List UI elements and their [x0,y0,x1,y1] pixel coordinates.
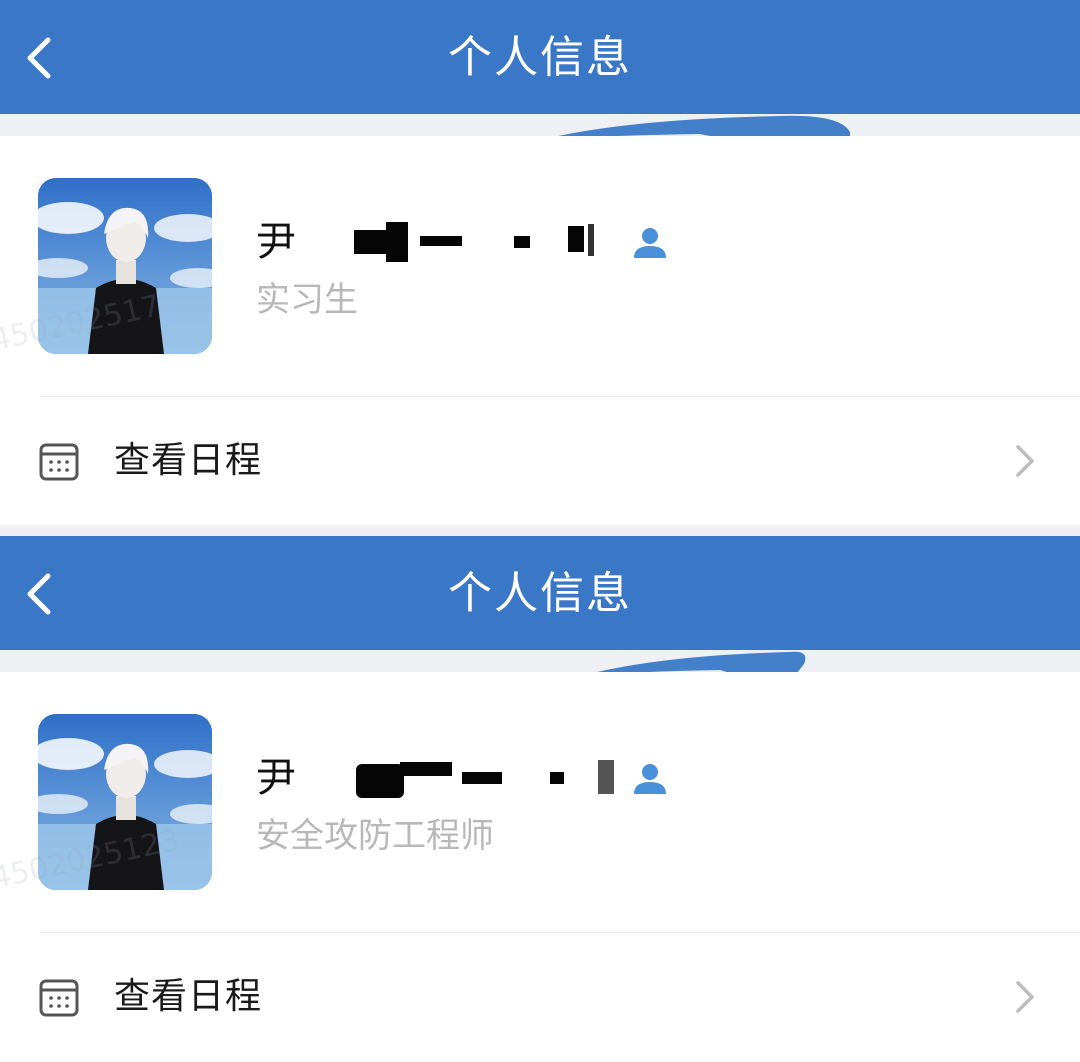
profile-screen-2: 个人信息 尹 安全攻防工程师 查看日程 [0,536,1080,1062]
name-row: 尹 [256,214,670,270]
profile-screen-1: 个人信息 尹 实习生 查看日程 [0,0,1080,525]
view-schedule-row[interactable]: 查看日程 [0,397,1080,525]
user-badge-icon [634,764,666,794]
page-title: 个人信息 [448,568,632,619]
view-schedule-row[interactable]: 查看日程 [0,933,1080,1061]
chevron-right-icon [1016,981,1034,1013]
avatar[interactable] [38,714,212,890]
chevron-right-icon [1016,445,1034,477]
name-redaction [300,754,620,802]
user-role: 实习生 [256,280,358,320]
name-redaction [300,218,620,266]
nav-bar: 个人信息 [0,536,1080,650]
screen-separator [0,525,1080,536]
calendar-icon [39,443,79,481]
user-name: 尹 [256,755,296,801]
name-row: 尹 [256,750,670,806]
profile-card: 尹 实习生 450202517 查看日程 [0,136,1080,525]
page-title: 个人信息 [448,32,632,83]
user-name: 尹 [256,219,296,265]
view-schedule-label: 查看日程 [114,440,263,481]
nav-bar: 个人信息 [0,0,1080,114]
profile-card: 尹 安全攻防工程师 4502025123 查看日程 [0,672,1080,1061]
user-role: 安全攻防工程师 [256,816,494,856]
calendar-icon [39,979,79,1017]
view-schedule-label: 查看日程 [114,976,263,1017]
avatar[interactable] [38,178,212,354]
user-badge-icon [634,228,666,258]
